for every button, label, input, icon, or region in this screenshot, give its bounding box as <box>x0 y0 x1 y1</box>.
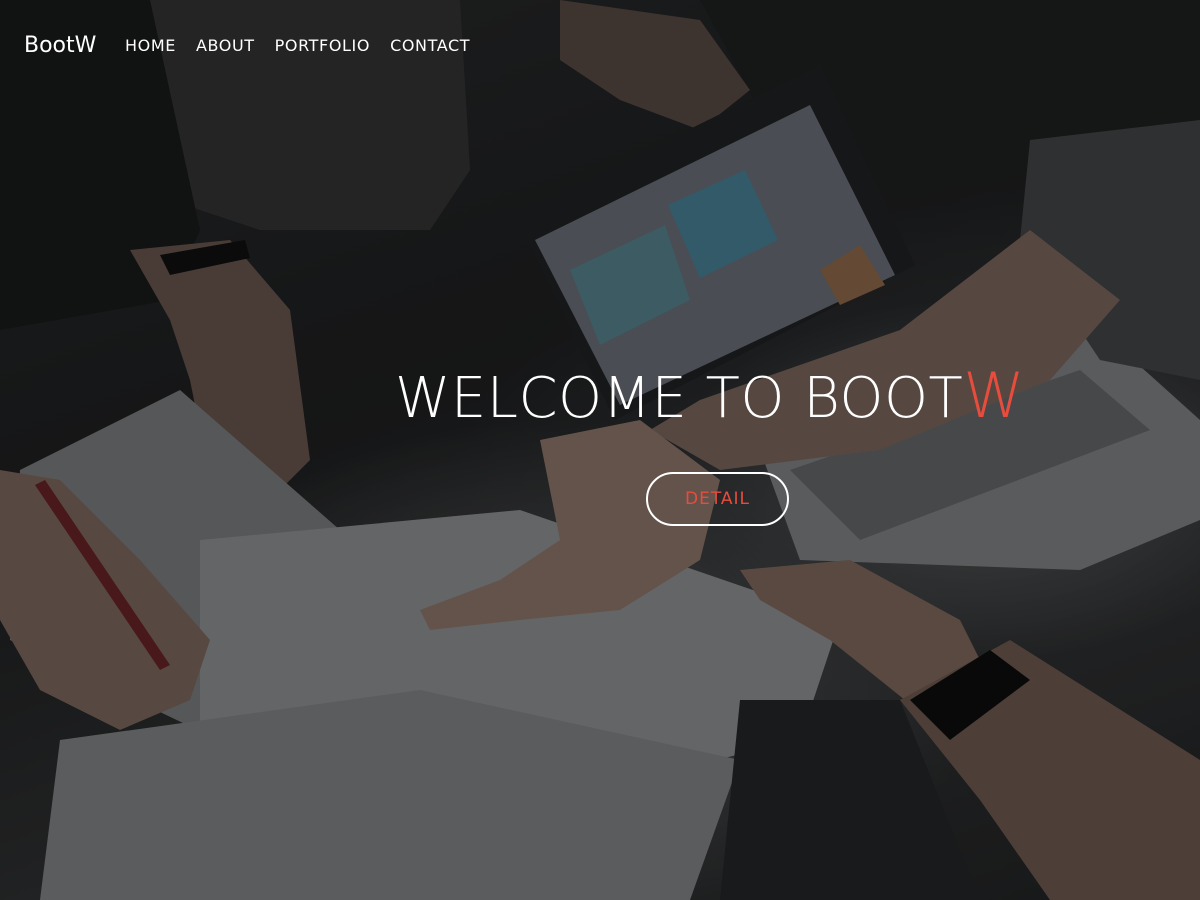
hero-overlay <box>0 0 1200 900</box>
nav-links: HOME ABOUT PORTFOLIO CONTACT <box>115 35 480 57</box>
detail-button[interactable]: DETAIL <box>646 472 789 526</box>
nav-link-home[interactable]: HOME <box>115 35 186 57</box>
top-navbar: BootW HOME ABOUT PORTFOLIO CONTACT <box>0 0 1200 90</box>
hero-title: WELCOME TO BOOTW <box>395 360 1025 435</box>
nav-link-portfolio[interactable]: PORTFOLIO <box>265 35 380 57</box>
brand-logo[interactable]: BootW <box>24 32 96 60</box>
hero-title-main: WELCOME TO BOOT <box>395 366 964 431</box>
hero-title-accent: W <box>963 359 1026 432</box>
hero-section: BootW HOME ABOUT PORTFOLIO CONTACT WELCO… <box>0 0 1200 900</box>
nav-link-contact[interactable]: CONTACT <box>380 35 480 57</box>
nav-link-about[interactable]: ABOUT <box>186 35 265 57</box>
